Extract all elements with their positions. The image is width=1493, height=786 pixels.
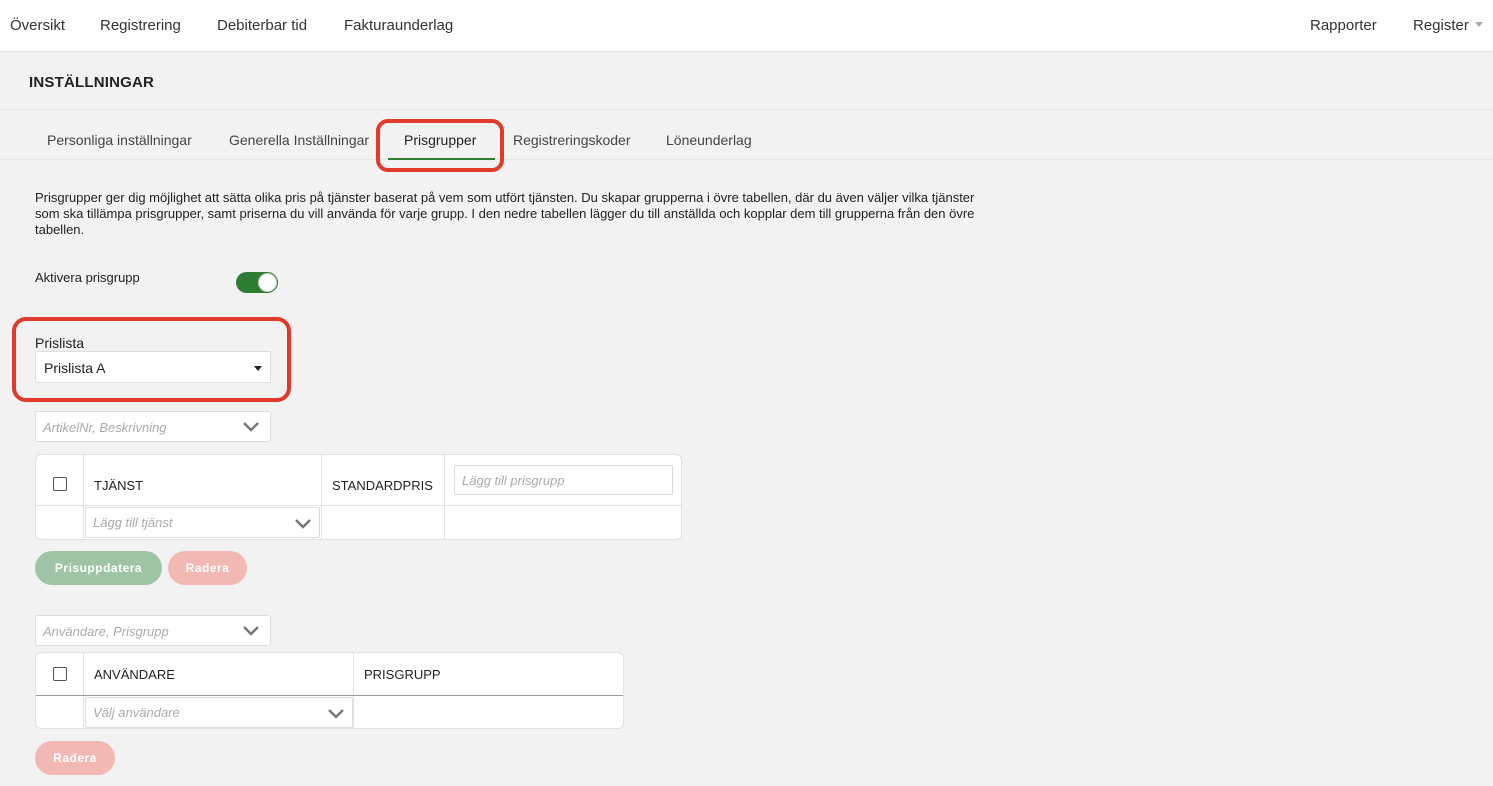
col-header-prisgrupp: PRISGRUPP bbox=[364, 667, 441, 682]
users-filter-placeholder: Användare, Prisgrupp bbox=[43, 624, 169, 639]
prislista-label: Prislista bbox=[35, 335, 85, 351]
services-select-all-checkbox[interactable] bbox=[53, 477, 67, 491]
add-prisgrupp-input[interactable]: Lägg till prisgrupp bbox=[454, 465, 673, 495]
users-filter-input[interactable]: Användare, Prisgrupp bbox=[35, 615, 271, 646]
services-table: TJÄNST STANDARDPRIS Lägg till prisgrupp … bbox=[35, 454, 682, 540]
col-header-standardpris: STANDARDPRIS bbox=[332, 478, 433, 493]
prislista-select[interactable]: Prislista A bbox=[35, 351, 271, 383]
radera-users-button[interactable]: Radera bbox=[35, 741, 115, 775]
select-anvandare-placeholder: Välj användare bbox=[93, 705, 180, 720]
caret-down-icon bbox=[254, 366, 262, 371]
tab-registreringskoder[interactable]: Registreringskoder bbox=[513, 132, 631, 148]
aktivera-prisgrupp-toggle[interactable] bbox=[236, 272, 278, 293]
chevron-down-icon bbox=[328, 709, 344, 719]
tab-generella-installningar[interactable]: Generella Inställningar bbox=[229, 132, 369, 148]
top-navbar: Översikt Registrering Debiterbar tid Fak… bbox=[0, 0, 1493, 52]
prislista-selected-value: Prislista A bbox=[44, 360, 106, 376]
tab-personliga-installningar[interactable]: Personliga inställningar bbox=[47, 132, 192, 148]
page-header: INSTÄLLNINGAR bbox=[0, 52, 1493, 110]
caret-down-icon bbox=[1474, 21, 1483, 27]
col-header-tjanst: TJÄNST bbox=[94, 478, 144, 493]
col-header-anvandare: ANVÄNDARE bbox=[94, 667, 175, 682]
radera-services-button[interactable]: Radera bbox=[168, 551, 247, 585]
services-filter-placeholder: ArtikelNr, Beskrivning bbox=[43, 420, 167, 435]
services-filter-input[interactable]: ArtikelNr, Beskrivning bbox=[35, 411, 271, 442]
nav-register-dropdown[interactable]: Register bbox=[1413, 17, 1483, 34]
toggle-label: Aktivera prisgrupp bbox=[35, 270, 140, 285]
description-text: Prisgrupper ger dig möjlighet att sätta … bbox=[35, 190, 975, 237]
toggle-knob bbox=[258, 273, 277, 292]
tab-highlight-annotation bbox=[376, 119, 504, 172]
nav-oversikt[interactable]: Översikt bbox=[10, 17, 65, 34]
page-title: INSTÄLLNINGAR bbox=[29, 74, 155, 91]
settings-tabs: Personliga inställningar Generella Instä… bbox=[0, 110, 1493, 160]
chevron-down-icon bbox=[243, 422, 259, 432]
tab-loneunderlag[interactable]: Löneunderlag bbox=[666, 132, 752, 148]
nav-register-label: Register bbox=[1413, 17, 1469, 34]
add-tjanst-input[interactable]: Lägg till tjänst bbox=[85, 507, 320, 538]
nav-fakturaunderlag[interactable]: Fakturaunderlag bbox=[344, 17, 453, 34]
nav-registrering[interactable]: Registrering bbox=[100, 17, 181, 34]
users-select-all-checkbox[interactable] bbox=[53, 667, 67, 681]
prisuppdatera-button[interactable]: Prisuppdatera bbox=[35, 551, 162, 585]
chevron-down-icon bbox=[295, 519, 311, 529]
nav-rapporter[interactable]: Rapporter bbox=[1310, 17, 1377, 34]
nav-debiterbar-tid[interactable]: Debiterbar tid bbox=[217, 17, 307, 34]
add-tjanst-placeholder: Lägg till tjänst bbox=[93, 515, 173, 530]
select-anvandare-input[interactable]: Välj användare bbox=[85, 697, 353, 728]
add-prisgrupp-placeholder: Lägg till prisgrupp bbox=[462, 473, 565, 488]
users-table: ANVÄNDARE PRISGRUPP Välj användare bbox=[35, 652, 624, 729]
chevron-down-icon bbox=[243, 626, 259, 636]
